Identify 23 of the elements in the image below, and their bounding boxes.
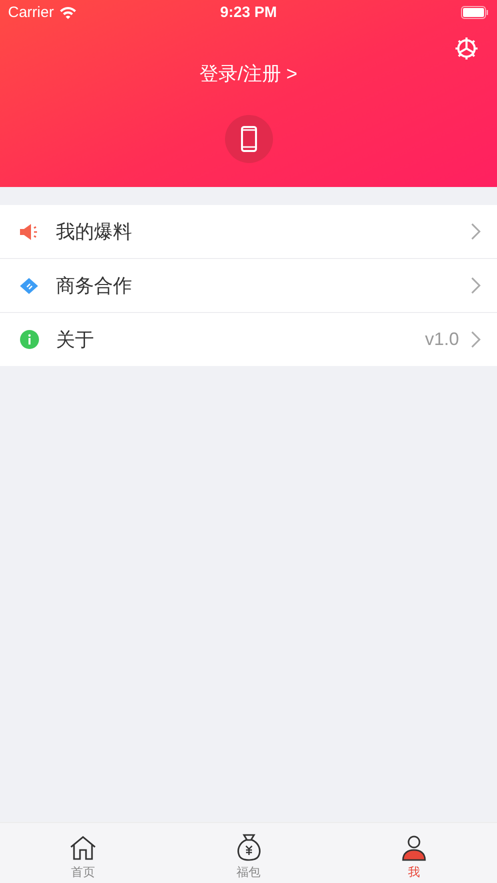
money-bag-icon: [236, 833, 262, 861]
login-link[interactable]: 登录/注册 >: [0, 61, 497, 87]
carrier-name: Carrier: [8, 4, 54, 21]
tab-item[interactable]: 首页: [0, 823, 166, 883]
tab-item[interactable]: 福包: [166, 823, 332, 883]
chevron-icon: [471, 331, 481, 348]
avatar-circle[interactable]: [224, 115, 272, 163]
menu-item[interactable]: 商务合作: [0, 258, 497, 312]
diamond-icon: [19, 276, 39, 294]
info-icon: [20, 330, 38, 349]
settings-icon[interactable]: [454, 36, 479, 61]
speaker-icon: [19, 222, 39, 240]
tab-item[interactable]: 我: [331, 823, 497, 883]
person-icon: [402, 835, 426, 861]
menu-item[interactable]: 关于 v1.0: [0, 312, 497, 366]
menu-item[interactable]: 我的爆料: [0, 205, 497, 258]
wifi-icon: [58, 6, 77, 19]
battery-icon: [461, 6, 490, 19]
chevron-icon: [471, 223, 481, 240]
home-icon: [68, 835, 97, 861]
phone-icon: [240, 126, 256, 152]
status-time: 9:23 PM: [220, 4, 277, 21]
chevron-icon: [471, 277, 481, 294]
